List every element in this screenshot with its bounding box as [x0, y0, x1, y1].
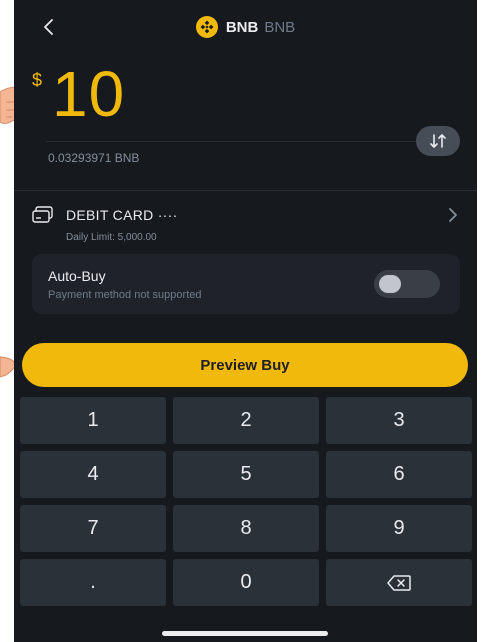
key-8[interactable]: 8	[173, 505, 319, 552]
backspace-icon	[387, 574, 411, 591]
swap-currency-button[interactable]	[416, 126, 460, 156]
page-title: BNB BNB	[14, 16, 477, 38]
payment-method-label: DEBIT CARD ····	[66, 207, 178, 223]
currency-symbol: $	[32, 70, 43, 90]
asset-symbol: BNB	[225, 18, 259, 36]
daily-limit: Daily Limit: 5,000.00	[66, 232, 157, 243]
home-indicator	[162, 631, 328, 636]
key-3[interactable]: 3	[326, 397, 472, 444]
auto-buy-card: Auto-Buy Payment method not supported	[32, 254, 460, 314]
auto-buy-subtitle: Payment method not supported	[48, 289, 202, 301]
bnb-coin-icon	[195, 16, 218, 38]
key-9[interactable]: 9	[326, 505, 472, 552]
key-5[interactable]: 5	[173, 451, 319, 498]
toggle-knob	[379, 275, 401, 293]
crypto-equivalent: 0.03293971 BNB	[48, 151, 140, 165]
auto-buy-title: Auto-Buy	[48, 268, 106, 284]
card-icon	[32, 206, 53, 223]
chevron-right-icon	[449, 208, 457, 222]
key-2[interactable]: 2	[173, 397, 319, 444]
amount-underline	[46, 141, 417, 142]
numeric-keypad: 1 2 3 4 5 6 7 8 9 . 0	[20, 397, 472, 606]
key-delete[interactable]	[326, 559, 472, 606]
key-7[interactable]: 7	[20, 505, 166, 552]
key-6[interactable]: 6	[326, 451, 472, 498]
asset-name: BNB	[264, 18, 296, 36]
auto-buy-toggle[interactable]	[374, 270, 440, 298]
amount-input[interactable]: 10	[52, 62, 125, 126]
key-0[interactable]: 0	[173, 559, 319, 606]
key-decimal[interactable]: .	[20, 559, 166, 606]
divider	[14, 190, 477, 191]
buy-crypto-screen: BNB BNB $ 10 0.03293971 BNB DEBIT CARD ·…	[14, 0, 477, 642]
preview-buy-button[interactable]: Preview Buy	[22, 343, 468, 387]
swap-arrows-icon	[430, 134, 446, 148]
key-1[interactable]: 1	[20, 397, 166, 444]
key-4[interactable]: 4	[20, 451, 166, 498]
payment-method-selector[interactable]: DEBIT CARD ···· Daily Limit: 5,000.00	[32, 203, 465, 249]
